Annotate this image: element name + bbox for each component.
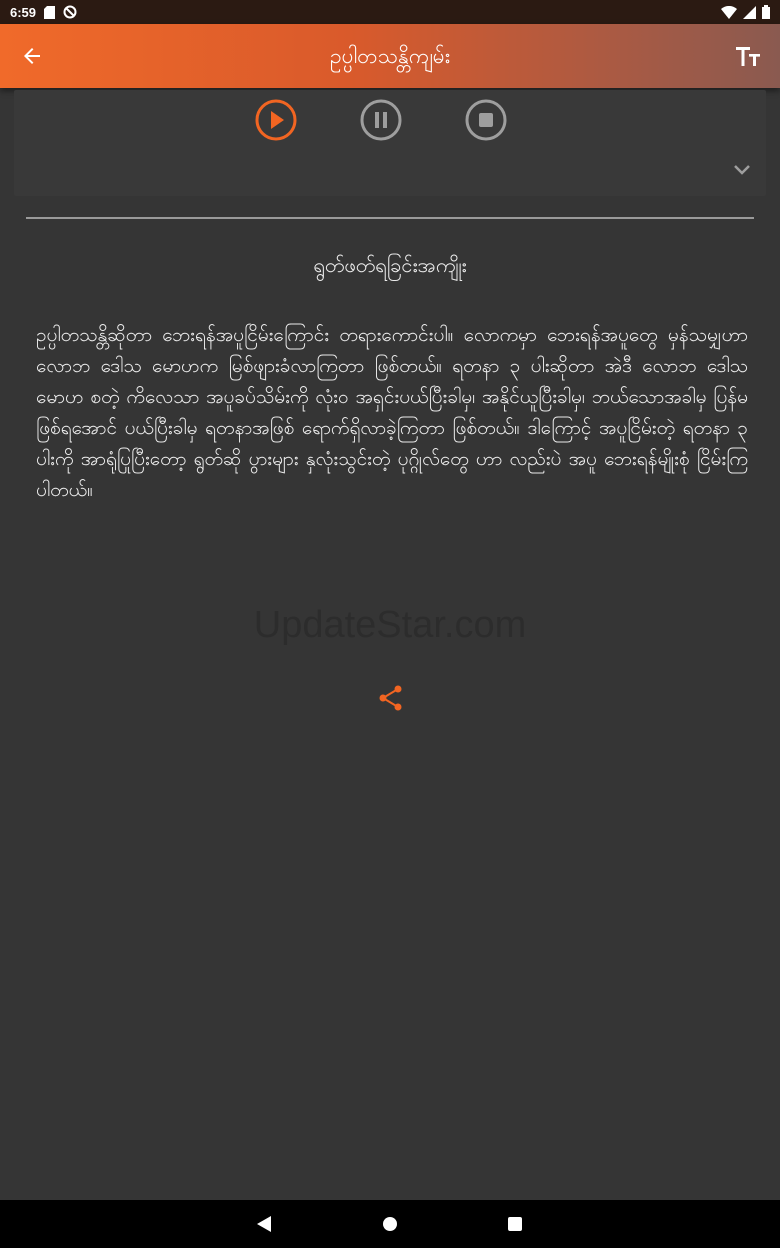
back-triangle-icon[interactable]	[253, 1212, 277, 1236]
chevron-down-icon[interactable]	[732, 160, 752, 180]
status-bar: 6:59	[0, 0, 780, 24]
page-title: ဥပ္ပါတသန္တိကျမ်း	[329, 44, 451, 68]
app-bar: ဥပ္ပါတသန္တိကျမ်း	[0, 24, 780, 88]
audio-player	[14, 90, 766, 196]
body-text: ဥပ္ပါတသန္တိဆိုတာ ဘေးရန်အပူငြိမ်းကြောင်း …	[36, 324, 748, 501]
section-title: ရွတ်ဖတ်ရခြင်းအကျိုး	[313, 253, 467, 277]
play-icon[interactable]	[254, 98, 298, 142]
do-not-disturb-icon	[63, 5, 77, 19]
sd-card-icon	[44, 5, 56, 19]
navigation-bar	[0, 1200, 780, 1248]
status-time: 6:59	[10, 4, 37, 20]
home-circle-icon[interactable]	[378, 1212, 402, 1236]
share-icon[interactable]	[377, 684, 405, 712]
wifi-icon	[721, 5, 737, 19]
watermark: UpdateStar.com	[253, 604, 527, 646]
text-size-icon[interactable]	[734, 42, 762, 70]
recents-square-icon[interactable]	[503, 1212, 527, 1236]
divider	[26, 217, 754, 219]
pause-icon[interactable]	[359, 98, 403, 142]
stop-icon[interactable]	[464, 98, 508, 142]
battery-icon	[762, 5, 770, 19]
signal-icon	[743, 5, 756, 19]
